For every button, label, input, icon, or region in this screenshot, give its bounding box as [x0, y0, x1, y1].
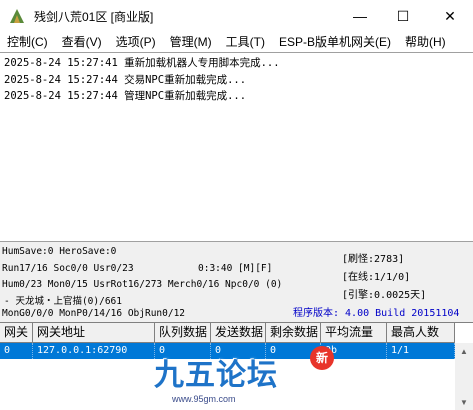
log-line: 2025-8-24 15:27:44 管理NPC重新加载完成... [4, 90, 247, 102]
maximize-button[interactable]: ☐ [383, 0, 423, 32]
refresh-monster-status: [刷怪:2783] [342, 254, 405, 265]
minimize-icon: — [353, 8, 367, 24]
map-status: - 天龙城・上官描(0)/661 [4, 296, 122, 307]
cell-max-users: 1/1 [387, 343, 455, 359]
title-bar[interactable]: 残剑八荒01区 [商业版] — ☐ ✕ [0, 0, 473, 32]
save-status: HumSave:0 HeroSave:0 [2, 246, 117, 257]
column-header[interactable]: 网关 [0, 323, 33, 343]
menu-help[interactable]: 帮助(H) [398, 32, 453, 52]
cell-address: 127.0.0.1:62790 [33, 343, 155, 359]
log-panel[interactable]: 2025-8-24 15:27:41 重新加载机器人专用脚本完成... 2025… [0, 52, 473, 242]
watermark-url: www.95gm.com [172, 394, 236, 404]
menu-view[interactable]: 查看(V) [55, 32, 109, 52]
log-line: 2025-8-24 15:27:41 重新加载机器人专用脚本完成... [4, 57, 280, 69]
window-title: 残剑八荒01区 [商业版] [34, 9, 154, 24]
scroll-up-icon[interactable]: ▲ [455, 343, 473, 360]
menu-tools[interactable]: 工具(T) [219, 32, 272, 52]
hum-status: Hum0/23 Mon0/15 UsrRot16/273 Merch0/16 N… [2, 279, 283, 290]
scroll-down-icon[interactable]: ▼ [455, 394, 473, 410]
app-icon [10, 9, 24, 23]
mon-status: MonG0/0/0 MonP0/14/16 ObjRun0/12 [2, 308, 186, 319]
run-status: Run17/16 Soc0/0 Usr0/23 [2, 263, 134, 274]
online-status: [在线:1/1/0] [342, 272, 411, 283]
menu-bar: 控制(C) 查看(V) 选项(P) 管理(M) 工具(T) ESP-B版单机网关… [0, 32, 473, 52]
maximize-icon: ☐ [396, 7, 410, 24]
log-line: 2025-8-24 15:27:44 交易NPC重新加载完成... [4, 73, 247, 86]
close-button[interactable]: ✕ [430, 0, 470, 32]
minimize-button[interactable]: — [340, 0, 380, 32]
watermark-badge: 新 [310, 346, 334, 370]
menu-control[interactable]: 控制(C) [0, 32, 55, 52]
status-panel: HumSave:0 HeroSave:0 Run17/16 Soc0/0 Usr… [0, 242, 473, 322]
menu-manage[interactable]: 管理(M) [163, 32, 219, 52]
cell-gateway: 0 [0, 343, 33, 359]
watermark-title: 九五论坛 [154, 358, 278, 393]
uptime-status: 0:3:40 [M][F] [198, 263, 273, 274]
column-header[interactable]: 网关地址 [33, 323, 155, 343]
menu-gateway[interactable]: ESP-B版单机网关(E) [272, 32, 398, 52]
column-header[interactable]: 最高人数 [387, 323, 455, 343]
engine-status: [引擎:0.0025天] [342, 290, 427, 301]
program-version: 程序版本: 4.00 Build 20151104 [293, 308, 460, 319]
close-icon: ✕ [444, 7, 456, 24]
vertical-scrollbar[interactable]: ▲ ▼ [455, 343, 473, 410]
watermark: 九五论坛 新 www.95gm.com [150, 336, 350, 406]
menu-options[interactable]: 选项(P) [109, 32, 163, 52]
